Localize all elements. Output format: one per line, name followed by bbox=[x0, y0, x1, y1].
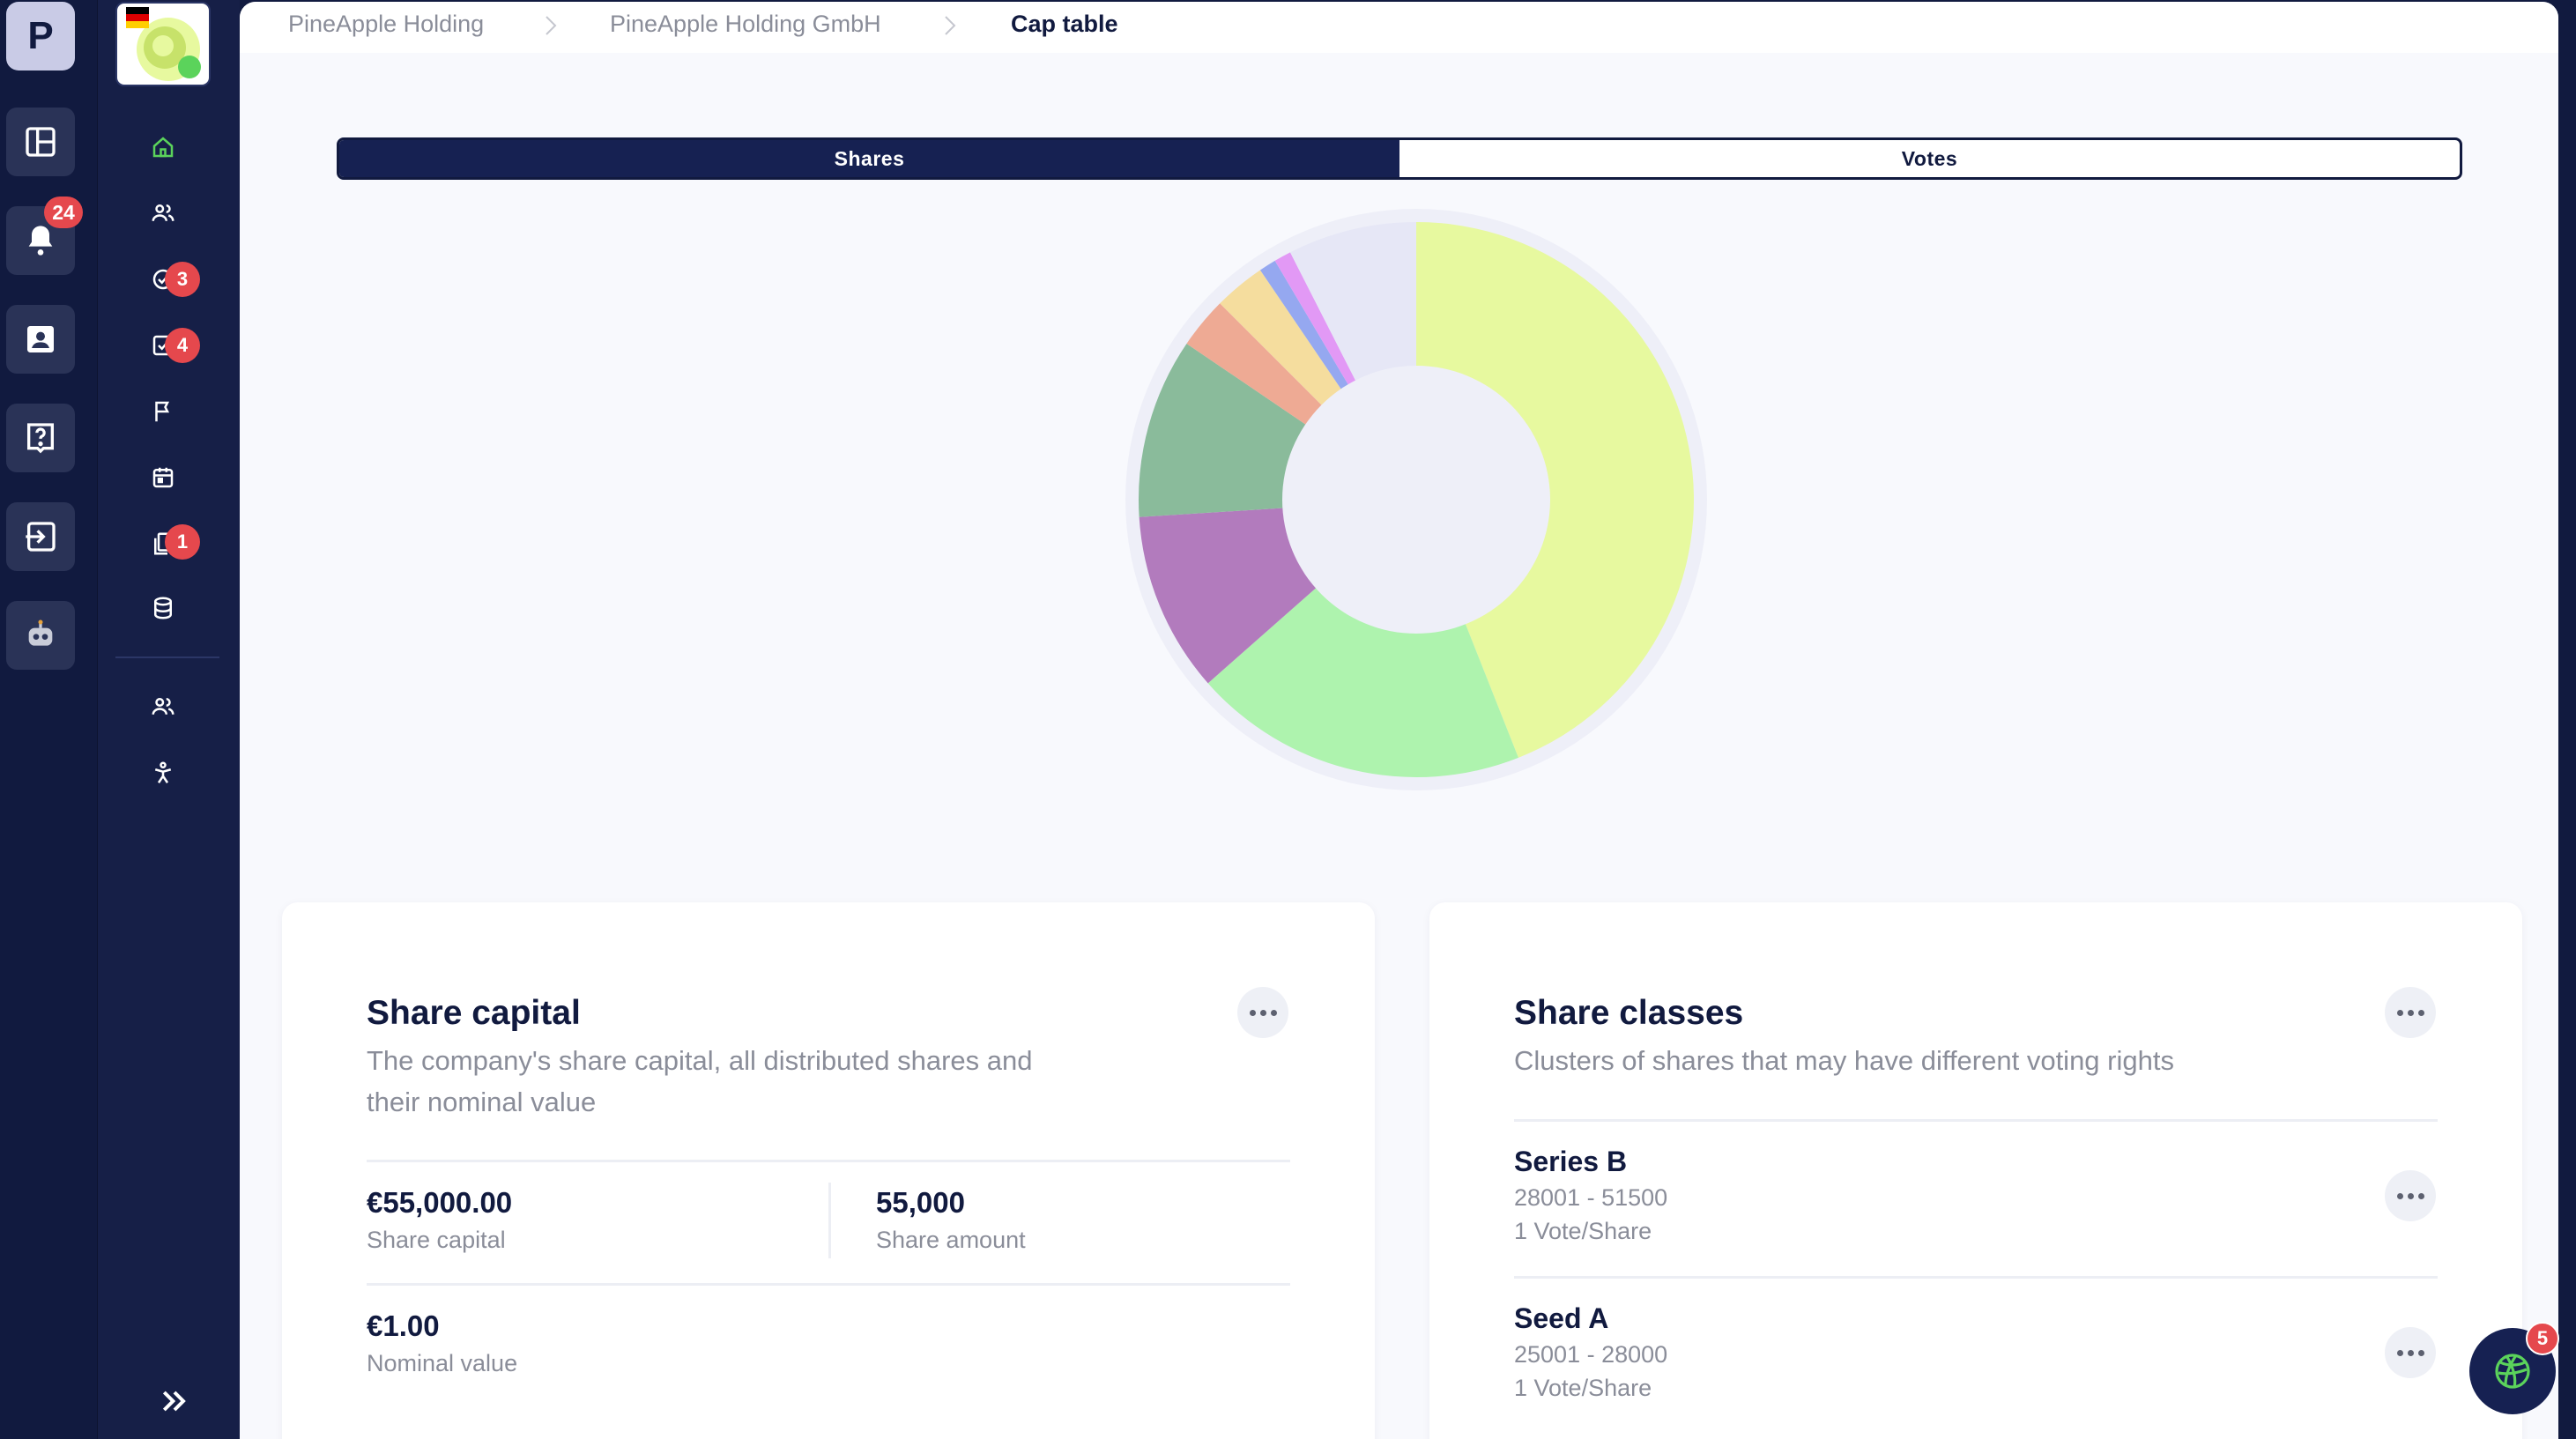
share-amount-label: Share amount bbox=[876, 1227, 1026, 1253]
tab-shares[interactable]: Shares bbox=[339, 140, 1399, 177]
tab-votes[interactable]: Votes bbox=[1399, 140, 2460, 177]
dashboard-icon[interactable] bbox=[6, 108, 75, 176]
divider bbox=[1514, 1276, 2438, 1279]
chevron-right-icon bbox=[945, 16, 956, 35]
people-icon[interactable] bbox=[144, 194, 182, 233]
login-icon[interactable] bbox=[6, 502, 75, 571]
share-classes-card: Share classes Clusters of shares that ma… bbox=[1429, 902, 2522, 1439]
share-class-range: 28001 - 51500 bbox=[1514, 1184, 1668, 1211]
breadcrumb-item[interactable]: PineApple Holding GmbH bbox=[610, 11, 881, 38]
flag-icon[interactable] bbox=[144, 392, 182, 431]
share-class-options-button[interactable] bbox=[2385, 1327, 2436, 1378]
company-logo[interactable] bbox=[115, 2, 211, 86]
main-content: PineApple Holding PineApple Holding GmbH… bbox=[240, 2, 2558, 1439]
approvals-badge: 4 bbox=[165, 328, 200, 363]
share-class-options-button[interactable] bbox=[2385, 1170, 2436, 1221]
people-icon[interactable] bbox=[144, 687, 182, 726]
breadcrumb: PineApple Holding PineApple Holding GmbH… bbox=[240, 2, 2558, 53]
calendar-icon[interactable] bbox=[144, 458, 182, 497]
share-capital-label: Share capital bbox=[367, 1227, 506, 1253]
divider bbox=[367, 1160, 1290, 1162]
tasks-badge: 3 bbox=[165, 262, 200, 297]
share-amount-value: 55,000 bbox=[876, 1186, 965, 1219]
share-classes-subtitle: Clusters of shares that may have differe… bbox=[1514, 1045, 2174, 1076]
divider bbox=[367, 1283, 1290, 1286]
help-icon[interactable] bbox=[6, 404, 75, 472]
share-class-votes: 1 Vote/Share bbox=[1514, 1375, 1652, 1401]
accessibility-icon[interactable] bbox=[144, 753, 182, 792]
expand-sidebar-icon[interactable] bbox=[152, 1379, 197, 1423]
sidebar: 3 4 1 bbox=[97, 0, 240, 1439]
donut-hole bbox=[1282, 366, 1550, 634]
cap-table-donut-chart bbox=[1108, 204, 1725, 821]
share-class-range: 25001 - 28000 bbox=[1514, 1341, 1668, 1368]
share-class-votes: 1 Vote/Share bbox=[1514, 1218, 1652, 1244]
home-icon[interactable] bbox=[144, 128, 182, 167]
documents-badge: 1 bbox=[165, 524, 200, 560]
nominal-value-label: Nominal value bbox=[367, 1350, 518, 1376]
share-capital-subtitle: The company's share capital, all distrib… bbox=[367, 1045, 1033, 1117]
sidebar-divider bbox=[115, 656, 219, 658]
database-icon[interactable] bbox=[144, 589, 182, 627]
share-classes-title: Share classes bbox=[1514, 994, 1744, 1032]
app-logo[interactable]: P bbox=[6, 2, 75, 70]
more-options-button[interactable] bbox=[2385, 987, 2436, 1038]
share-capital-card: Share capital The company's share capita… bbox=[282, 902, 1375, 1439]
divider bbox=[828, 1183, 831, 1258]
share-capital-title: Share capital bbox=[367, 994, 581, 1032]
share-class-name: Seed A bbox=[1514, 1302, 1609, 1334]
divider bbox=[1514, 1119, 2438, 1122]
app-rail: P 24 bbox=[0, 0, 97, 1439]
robot-icon[interactable] bbox=[6, 601, 75, 670]
share-class-name: Series B bbox=[1514, 1146, 1628, 1177]
chevron-right-icon bbox=[546, 16, 557, 35]
nominal-value: €1.00 bbox=[367, 1309, 440, 1342]
share-capital-value: €55,000.00 bbox=[367, 1186, 513, 1219]
chat-badge: 5 bbox=[2526, 1322, 2559, 1355]
more-options-button[interactable] bbox=[1237, 987, 1288, 1038]
notifications-badge: 24 bbox=[44, 197, 83, 228]
contact-card-icon[interactable] bbox=[6, 305, 75, 374]
shares-votes-toggle: Shares Votes bbox=[337, 137, 2462, 180]
breadcrumb-item[interactable]: PineApple Holding bbox=[288, 11, 484, 38]
breadcrumb-current: Cap table bbox=[1011, 11, 1118, 37]
